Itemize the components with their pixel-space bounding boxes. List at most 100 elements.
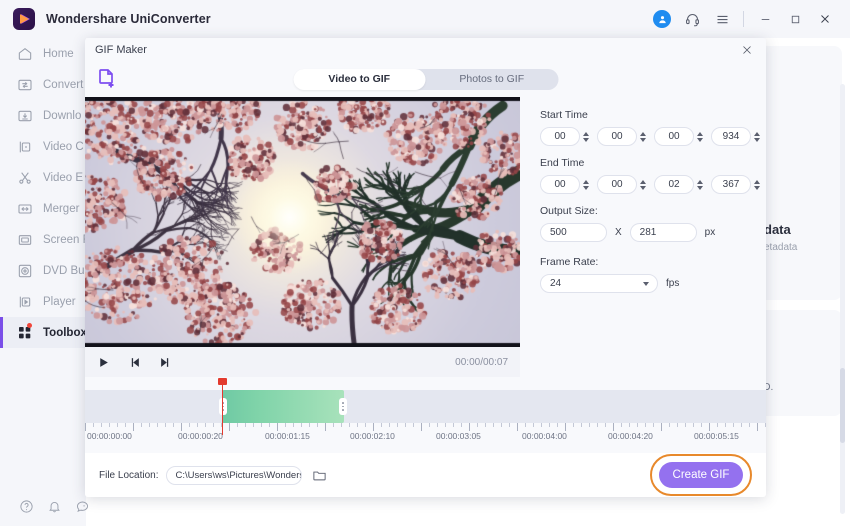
add-file-icon[interactable] [95,66,121,92]
trim-handle-right[interactable] [339,398,347,415]
start-hours-input[interactable]: 00 [540,127,580,146]
sidebar-item-player[interactable]: Player [0,286,86,317]
timeline-label-4: 00:00:03:05 [436,431,481,441]
sidebar-item-merger[interactable]: Merger [0,193,86,224]
timeline-label-5: 00:00:04:00 [522,431,567,441]
timeline-labels: 00:00:00:00 00:00:00:20 00:00:01:15 00:0… [85,431,766,445]
start-seconds-input[interactable]: 00 [654,127,694,146]
gif-maker-dialog: GIF Maker Video to GIF Photos to GIF Sta… [85,38,766,497]
titlebar-divider [743,11,744,27]
start-minutes-arrows[interactable] [640,131,646,142]
file-location-input[interactable]: C:\Users\ws\Pictures\Wondersh [166,465,303,485]
support-headset-icon[interactable] [677,4,707,34]
start-time-label: Start Time [540,109,588,121]
sidebar-item-dvd-burner[interactable]: DVD Bu [0,255,86,286]
feedback-icon[interactable] [75,499,90,514]
end-seconds-arrows[interactable] [697,179,703,190]
playhead-marker[interactable] [218,378,227,435]
sidebar-item-screen-recorder[interactable]: Screen F [0,224,90,255]
end-minutes-stepper[interactable]: 00 [597,175,646,194]
start-minutes-stepper[interactable]: 00 [597,127,646,146]
frame-rate-label: Frame Rate: [540,256,599,268]
create-gif-highlight-ring: Create GIF [650,454,752,496]
sidebar-bottom-icons [0,499,88,514]
maximize-button[interactable] [780,4,810,34]
start-hours-arrows[interactable] [583,131,589,142]
page-scrollbar-thumb[interactable] [840,368,845,443]
help-icon[interactable] [19,499,34,514]
end-minutes-arrows[interactable] [640,179,646,190]
settings-panel: Start Time 00 00 00 934 End Time 00 00 0… [520,97,766,347]
sidebar-label-home: Home [43,47,74,60]
end-minutes-input[interactable]: 00 [597,175,637,194]
create-gif-button[interactable]: Create GIF [659,462,743,488]
timeline-track[interactable] [85,390,766,423]
folder-icon[interactable] [312,468,327,483]
tab-photos-to-gif[interactable]: Photos to GIF [426,69,559,90]
sidebar-item-convert[interactable]: Convert [0,69,86,100]
close-button[interactable] [810,4,840,34]
start-ms-input[interactable]: 934 [711,127,751,146]
end-time-row: 00 00 02 367 [540,175,766,194]
account-avatar-icon[interactable] [647,4,677,34]
sidebar-item-toolbox[interactable]: Toolbox [0,317,87,348]
output-size-separator: X [615,227,622,238]
uniconverter-window: Wondershare UniConverter data etadata Ho… [0,0,850,526]
sidebar-label-toolbox: Toolbox [43,326,87,339]
trim-handle-left[interactable] [219,398,227,415]
sidebar-item-home[interactable]: Home [0,38,86,69]
dialog-title: GIF Maker [95,43,147,56]
start-ms-arrows[interactable] [754,131,760,142]
previous-frame-icon[interactable] [128,356,141,369]
menu-hamburger-icon[interactable] [707,4,737,34]
mode-tabs: Video to GIF Photos to GIF [293,68,559,90]
sidebar-item-downloader[interactable]: Downlo [0,100,86,131]
download-icon [17,108,33,124]
timeline-label-6: 00:00:04:20 [608,431,653,441]
sidebar-label-screen-recorder: Screen F [43,233,90,246]
end-seconds-stepper[interactable]: 02 [654,175,703,194]
bg-card-metadata-sub: etadata [764,242,798,253]
timeline-label-0: 00:00:00:00 [87,431,132,441]
end-seconds-input[interactable]: 02 [654,175,694,194]
timeline-clip-selection[interactable] [219,390,347,423]
logo-play-triangle [19,14,29,24]
next-frame-icon[interactable] [159,356,172,369]
end-ms-input[interactable]: 367 [711,175,751,194]
minimize-button[interactable] [750,4,780,34]
merger-icon [17,201,33,217]
close-icon[interactable] [738,41,756,59]
end-ms-stepper[interactable]: 367 [711,175,760,194]
start-ms-stepper[interactable]: 934 [711,127,760,146]
titlebar-controls [647,4,850,34]
timeline-label-1: 00:00:00:20 [178,431,223,441]
tab-video-to-gif[interactable]: Video to GIF [293,68,426,90]
sidebar: Home Convert Downlo Video C Video E Merg… [0,38,90,526]
page-scrollbar-track[interactable] [840,84,845,514]
end-ms-arrows[interactable] [754,179,760,190]
home-icon [17,46,33,62]
video-preview[interactable] [85,97,520,347]
player-controls: 00:00/00:07 [85,347,520,377]
start-time-row: 00 00 00 934 [540,127,766,146]
file-location-value: C:\Users\ws\Pictures\Wondersh [175,469,303,481]
end-hours-arrows[interactable] [583,179,589,190]
sidebar-label-video-editor: Video E [43,171,84,184]
start-seconds-arrows[interactable] [697,131,703,142]
frame-rate-value: 24 [550,278,562,289]
sidebar-item-video-editor[interactable]: Video E [0,162,86,193]
video-edit-scissors-icon [17,170,33,186]
end-hours-input[interactable]: 00 [540,175,580,194]
play-icon[interactable] [97,356,110,369]
start-minutes-input[interactable]: 00 [597,127,637,146]
output-width-input[interactable]: 500 [540,223,607,242]
sidebar-item-video-compressor[interactable]: Video C [0,131,86,162]
start-hours-stepper[interactable]: 00 [540,127,589,146]
frame-rate-unit: fps [666,278,680,289]
start-seconds-stepper[interactable]: 00 [654,127,703,146]
output-height-input[interactable]: 281 [629,223,697,242]
frame-rate-select[interactable]: 24 [540,274,658,293]
notification-bell-icon[interactable] [47,499,62,514]
sidebar-label-player: Player [43,295,76,308]
end-hours-stepper[interactable]: 00 [540,175,589,194]
